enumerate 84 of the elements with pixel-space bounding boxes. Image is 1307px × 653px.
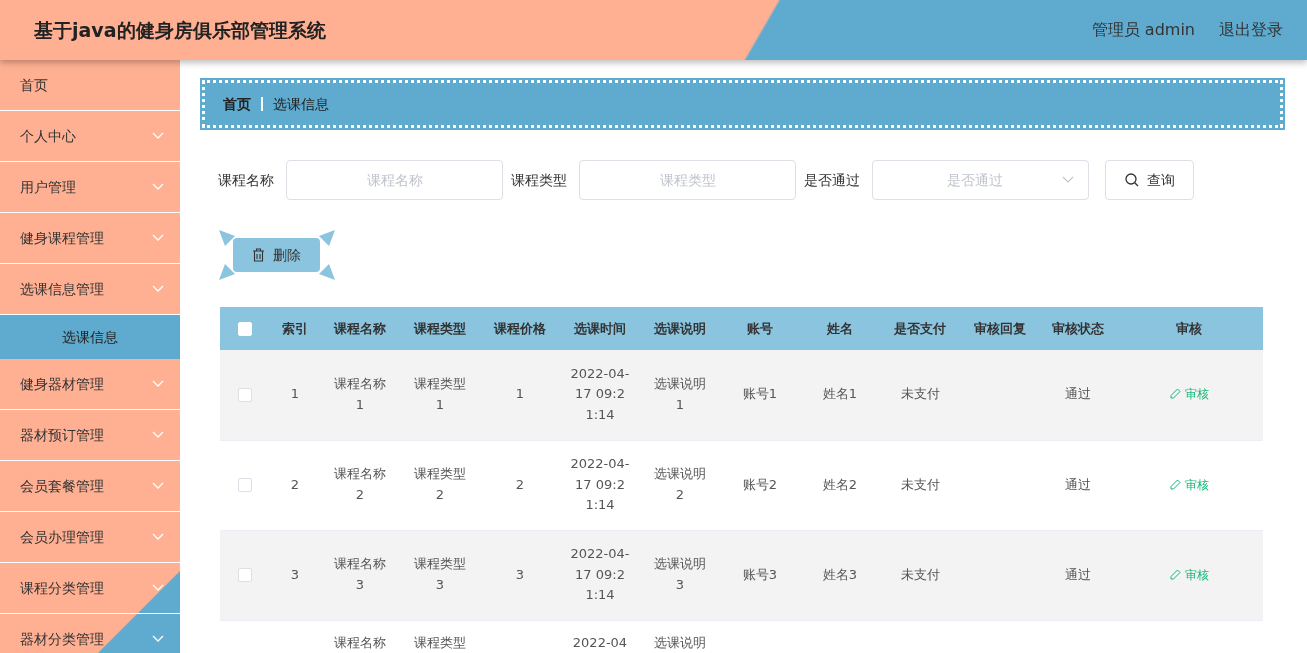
column-header: 审核回复 <box>974 320 1026 336</box>
sidebar-item[interactable]: 课程分类管理 <box>0 563 180 614</box>
column-header: 审核状态 <box>1051 320 1104 336</box>
table-cell: 账号1 <box>742 386 778 402</box>
filter-label: 课程类型 <box>511 170 567 190</box>
filter-label: 课程名称 <box>218 170 274 190</box>
chevron-down-icon <box>1062 176 1074 184</box>
table-cell: 2022-04-17 09:21:14 <box>570 365 630 423</box>
column-header: 是否支付 <box>894 320 946 336</box>
table-cell: 2 <box>515 476 525 492</box>
table-cell: 1 <box>515 386 525 402</box>
table-cell: 姓名3 <box>822 566 858 582</box>
table-cell: 未支付 <box>900 476 940 492</box>
chevron-down-icon <box>152 380 164 388</box>
table-cell: 课程名称1 <box>334 375 386 412</box>
table-cell: 账号3 <box>742 566 778 582</box>
checkbox[interactable] <box>238 568 252 583</box>
table-cell: 3 <box>515 566 525 582</box>
checkbox[interactable] <box>238 478 252 493</box>
table-cell: 2022-04 <box>572 634 628 650</box>
table-cell: 未支付 <box>900 566 940 582</box>
chevron-down-icon <box>152 183 164 191</box>
column-header: 审核 <box>1176 320 1202 336</box>
table-cell: 课程类型1 <box>414 375 466 412</box>
table-cell: 2 <box>290 476 300 492</box>
table-cell: 账号2 <box>742 476 778 492</box>
sidebar-subitem[interactable]: 选课信息 <box>0 315 180 359</box>
table-cell: 课程名称2 <box>334 466 386 502</box>
breadcrumb-current: 选课信息 <box>273 94 329 114</box>
column-header: 课程名称 <box>334 320 386 336</box>
trash-icon <box>252 248 265 262</box>
input-field[interactable]: 课程类型 <box>579 160 796 200</box>
corner-ornament-icon <box>219 230 235 246</box>
app-title: 基于java的健身房俱乐部管理系统 <box>33 17 326 43</box>
table-cell: 通过 <box>1064 566 1091 582</box>
table-cell: 选课说明3 <box>654 556 706 592</box>
user-label: 管理员 admin <box>1091 19 1195 41</box>
edit-icon <box>1169 568 1181 580</box>
chevron-down-icon <box>152 533 164 541</box>
column-header: 索引 <box>282 320 308 336</box>
column-header: 姓名 <box>827 320 853 336</box>
table-cell: 课程名称3 <box>334 556 386 592</box>
table-cell: 通过 <box>1064 476 1091 492</box>
column-header: 选课时间 <box>574 320 626 336</box>
table-cell: 课程名称 <box>334 634 386 650</box>
table-cell: 姓名2 <box>822 476 858 492</box>
corner-ornament-icon <box>219 264 235 280</box>
checkbox[interactable] <box>238 387 252 402</box>
filter-label: 是否通过 <box>804 170 860 190</box>
table-cell: 通过 <box>1064 386 1091 402</box>
corner-ornament-icon <box>319 230 335 246</box>
chevron-down-icon <box>152 285 164 293</box>
chevron-down-icon <box>152 482 164 490</box>
corner-ornament-icon <box>319 264 335 280</box>
table-cell: 姓名1 <box>822 386 858 402</box>
table-cell: 课程类型2 <box>414 466 466 502</box>
input-field[interactable]: 课程名称 <box>286 160 503 200</box>
table-cell: 1 <box>290 386 300 402</box>
column-header: 课程价格 <box>494 320 546 336</box>
edit-icon <box>1169 478 1181 490</box>
sidebar-item[interactable]: 器材分类管理 <box>0 614 180 653</box>
search-button[interactable]: 查询 <box>1105 160 1194 200</box>
chevron-down-icon <box>152 132 164 140</box>
table-cell: 课程类型 <box>414 634 466 650</box>
edit-icon <box>1169 388 1181 400</box>
table-cell: 选课说明2 <box>654 466 706 502</box>
delete-button[interactable]: 删除 <box>233 238 320 272</box>
table-cell: 2022-04-17 09:21:14 <box>570 455 630 513</box>
column-header: 账号 <box>747 320 773 336</box>
chevron-down-icon <box>152 234 164 242</box>
table-cell: 选课说明 <box>654 634 706 650</box>
table-cell: 选课说明1 <box>654 375 706 412</box>
column-header: 课程类型 <box>414 320 466 336</box>
breadcrumb-link[interactable]: 首页 <box>223 93 251 115</box>
chevron-down-icon <box>152 635 164 643</box>
table-cell: 2022-04-17 09:21:14 <box>570 545 630 603</box>
table-cell: 未支付 <box>900 386 940 402</box>
logout-link[interactable]: 退出登录 <box>1219 18 1283 42</box>
column-header: 选课说明 <box>654 320 706 336</box>
chevron-down-icon <box>152 584 164 592</box>
table-cell: 课程类型3 <box>414 556 466 592</box>
chevron-down-icon <box>152 431 164 439</box>
search-icon <box>1124 173 1139 187</box>
table-cell: 3 <box>290 566 300 582</box>
